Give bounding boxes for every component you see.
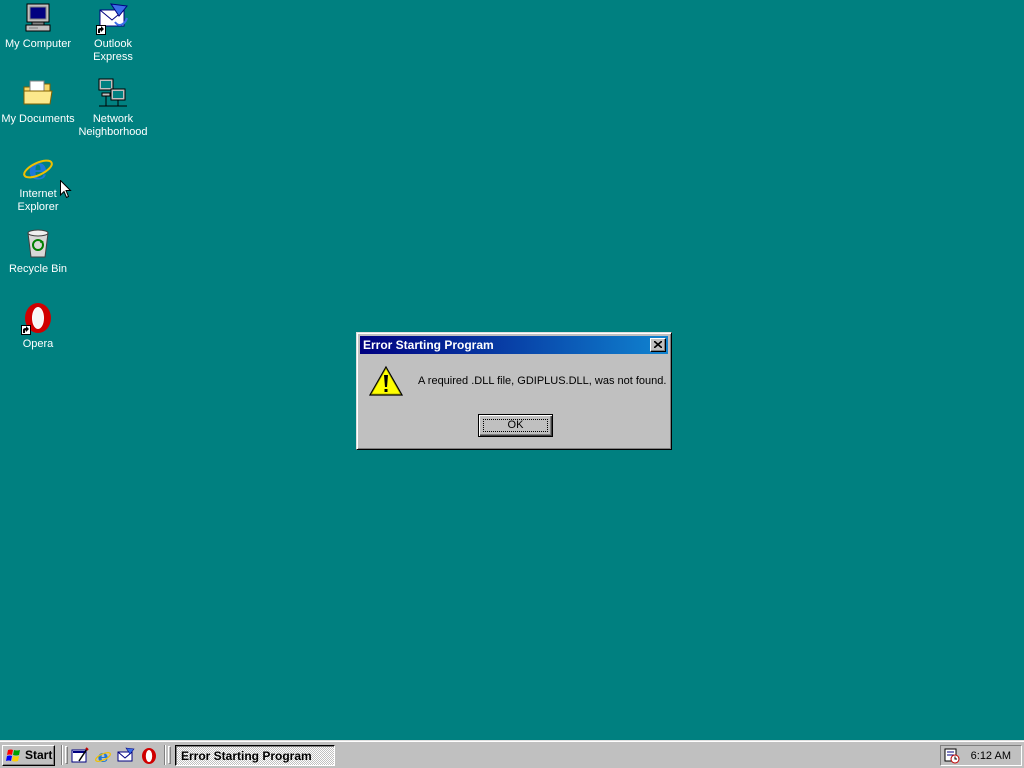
desktop-icon-opera[interactable]: Opera (0, 302, 76, 351)
ok-button[interactable]: OK (478, 414, 553, 437)
show-desktop-icon[interactable] (71, 747, 89, 765)
desktop-icon-recycle-bin[interactable]: Recycle Bin (0, 227, 76, 276)
taskbar: Start e Error Starting Program 6:12 AM (0, 740, 1024, 768)
opera-icon[interactable] (140, 747, 158, 765)
shortcut-arrow-icon (21, 325, 31, 335)
internet-explorer-icon[interactable]: e (94, 747, 112, 767)
scheduler-icon[interactable] (944, 748, 960, 764)
desktop-icon-label: My Computer (4, 38, 72, 50)
opera-icon (21, 302, 54, 335)
taskbar-button-label: Error Starting Program (181, 749, 312, 763)
desktop-icon-label: Network Neighborhood (78, 113, 148, 138)
recycle-bin-icon (22, 227, 54, 259)
desktop-icon-label: Opera (22, 338, 54, 350)
desktop-icon-my-computer[interactable]: My Computer (0, 2, 76, 51)
warning-icon (369, 365, 403, 396)
taskbar-separator (164, 745, 166, 765)
quick-launch-grip[interactable] (65, 746, 68, 764)
desktop-icon-outlook-express[interactable]: Outlook Express (75, 2, 151, 64)
windows-logo-icon (6, 749, 20, 762)
desktop-icon-network-neighborhood[interactable]: Network Neighborhood (75, 77, 151, 139)
desktop-icon-label: Outlook Express (93, 38, 133, 63)
shortcut-arrow-icon (96, 25, 106, 35)
task-area-grip[interactable] (168, 746, 171, 764)
svg-text:e: e (28, 152, 47, 184)
dialog-title: Error Starting Program (363, 338, 494, 352)
internet-explorer-icon: e (22, 152, 54, 187)
desktop-icon-my-documents[interactable]: My Documents (0, 77, 76, 126)
taskbar-clock[interactable]: 6:12 AM (971, 749, 1011, 763)
ok-button-label: OK (507, 419, 524, 431)
my-documents-icon (22, 77, 54, 109)
outlook-express-icon[interactable] (117, 747, 135, 765)
taskbar-separator (61, 745, 63, 765)
dialog-close-button[interactable] (650, 338, 666, 352)
mouse-cursor-icon (60, 180, 72, 199)
network-neighborhood-icon (97, 77, 129, 109)
desktop-icon-label: My Documents (1, 113, 75, 125)
start-label: Start (25, 748, 53, 762)
taskbar-button-error-starting-program[interactable]: Error Starting Program (175, 745, 335, 766)
dialog-titlebar[interactable]: Error Starting Program (360, 336, 668, 354)
close-icon (654, 341, 662, 348)
outlook-express-icon (96, 2, 129, 35)
system-tray: 6:12 AM (940, 745, 1022, 766)
desktop-icon-label: Recycle Bin (8, 263, 68, 275)
dialog-message: A required .DLL file, GDIPLUS.DLL, was n… (418, 375, 667, 387)
error-dialog: Error Starting Program A required .DLL f… (356, 332, 672, 450)
start-button[interactable]: Start (2, 745, 55, 766)
my-computer-icon (22, 2, 54, 34)
